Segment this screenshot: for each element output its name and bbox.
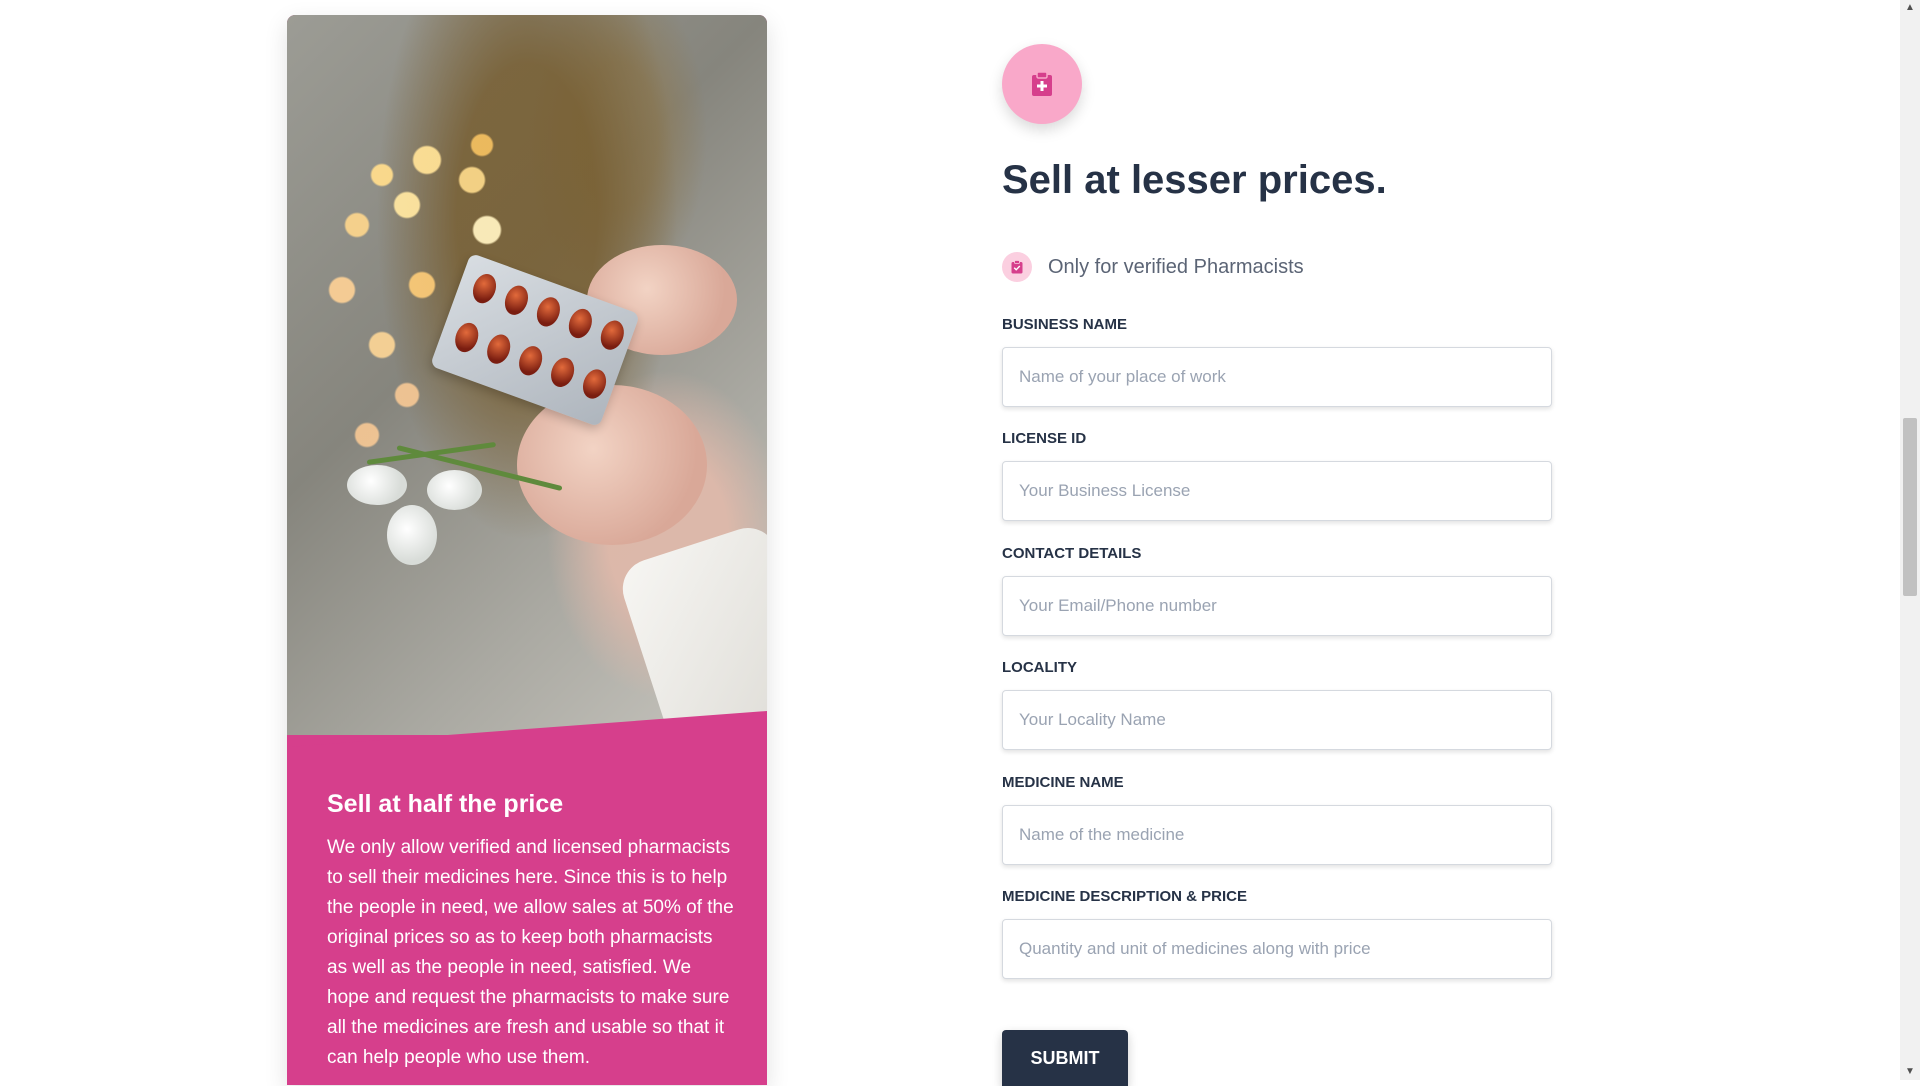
form-heading: Sell at lesser prices. xyxy=(1002,158,1387,202)
flower-shape xyxy=(347,465,407,505)
medicine-name-input[interactable] xyxy=(1002,805,1552,865)
license-id-input[interactable] xyxy=(1002,461,1552,521)
scrollbar-thumb[interactable] xyxy=(1903,418,1917,596)
scroll-down-icon[interactable]: ▼ xyxy=(1900,1064,1920,1080)
scroll-up-icon[interactable]: ▲ xyxy=(1900,0,1920,16)
promo-body: Sell at half the price We only allow ver… xyxy=(327,790,737,1073)
page-scrollbar[interactable]: ▲ ▼ xyxy=(1900,0,1920,1080)
locality-label: LOCALITY xyxy=(1002,659,1077,676)
flower-shape xyxy=(387,505,437,565)
flower-shape xyxy=(427,470,482,510)
medicine-description-input[interactable] xyxy=(1002,919,1552,979)
contact-details-input[interactable] xyxy=(1002,576,1552,636)
locality-input[interactable] xyxy=(1002,690,1552,750)
verified-text: Only for verified Pharmacists xyxy=(1048,255,1304,278)
hand-shape xyxy=(517,385,707,545)
medicine-description-label: MEDICINE DESCRIPTION & PRICE xyxy=(1002,888,1248,905)
clipboard-check-icon xyxy=(1002,252,1032,282)
submit-button[interactable]: SUBMIT xyxy=(1002,1030,1128,1086)
promo-title: Sell at half the price xyxy=(327,790,564,818)
medicine-name-label: MEDICINE NAME xyxy=(1002,774,1124,791)
business-name-label: BUSINESS NAME xyxy=(1002,316,1128,333)
contact-details-label: CONTACT DETAILS xyxy=(1002,545,1142,562)
verified-note: Only for verified Pharmacists xyxy=(1002,252,1304,282)
clipboard-medical-icon xyxy=(1002,44,1082,124)
promo-image xyxy=(287,15,767,760)
business-name-input[interactable] xyxy=(1002,347,1552,407)
license-id-label: LICENSE ID xyxy=(1002,430,1087,447)
promo-text: We only allow verified and licensed phar… xyxy=(327,837,734,1068)
promo-card: Sell at half the price We only allow ver… xyxy=(287,15,767,1085)
